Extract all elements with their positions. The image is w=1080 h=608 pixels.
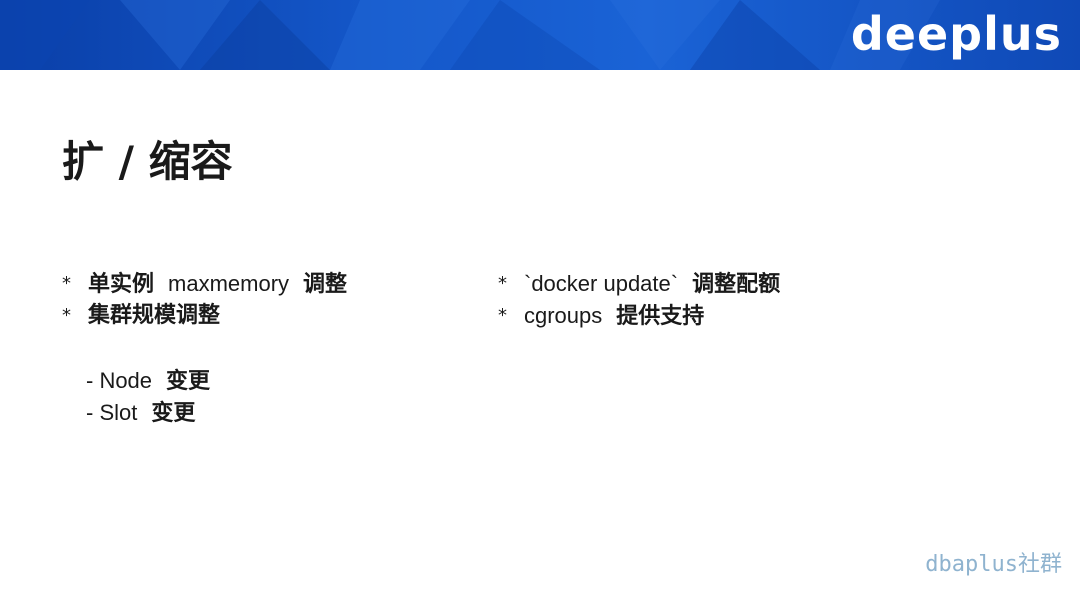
bullet-text-code: cgroups xyxy=(524,303,603,328)
bullet-marker: * xyxy=(498,273,507,294)
bullet-text-post: 调整配额 xyxy=(692,272,781,297)
bullet-cluster-scale: * 集群规模调整 xyxy=(62,300,347,332)
bullet-marker: * xyxy=(62,305,71,326)
bullet-text-code: `docker update` xyxy=(524,271,679,296)
deeplus-logo: deeplus xyxy=(850,7,1062,61)
right-column: * `docker update` 调整配额 * cgroups 提供支持 xyxy=(498,268,780,332)
bullet-text-post: 提供支持 xyxy=(616,304,705,329)
left-column: * 单实例 maxmemory 调整 * 集群规模调整 - Node 变更 - Sl… xyxy=(62,268,347,429)
bullet-text-maxmemory: maxmemory xyxy=(168,271,290,296)
sub-bullet-text-pre: - Node xyxy=(86,368,153,393)
sub-bullet-text-post: 变更 xyxy=(151,401,196,426)
header-banner: deeplus xyxy=(0,0,1080,70)
bullet-marker: * xyxy=(498,305,507,326)
bullet-text: 集群规模调整 xyxy=(88,303,221,328)
sub-bullet-node: - Node 变更 xyxy=(62,365,347,397)
slide-title: 扩 / 缩容 xyxy=(62,137,233,186)
slide: deeplus 扩 / 缩容 * 单实例 maxmemory 调整 * 集群规模调整… xyxy=(0,0,1080,608)
bullet-text-post: 调整 xyxy=(303,272,348,297)
sub-bullet-text-pre: - Slot xyxy=(86,400,138,425)
sub-bullet-slot: - Slot 变更 xyxy=(62,397,347,429)
bullet-single-instance: * 单实例 maxmemory 调整 xyxy=(62,268,347,300)
bullet-text-pre: 单实例 xyxy=(88,272,155,297)
bullet-docker-update: * `docker update` 调整配额 xyxy=(498,268,780,300)
dbaplus-watermark: dbaplus社群 xyxy=(925,552,1062,577)
sub-bullet-text-post: 变更 xyxy=(166,369,211,394)
bullet-cgroups: * cgroups 提供支持 xyxy=(498,300,780,332)
bullet-marker: * xyxy=(62,273,71,294)
